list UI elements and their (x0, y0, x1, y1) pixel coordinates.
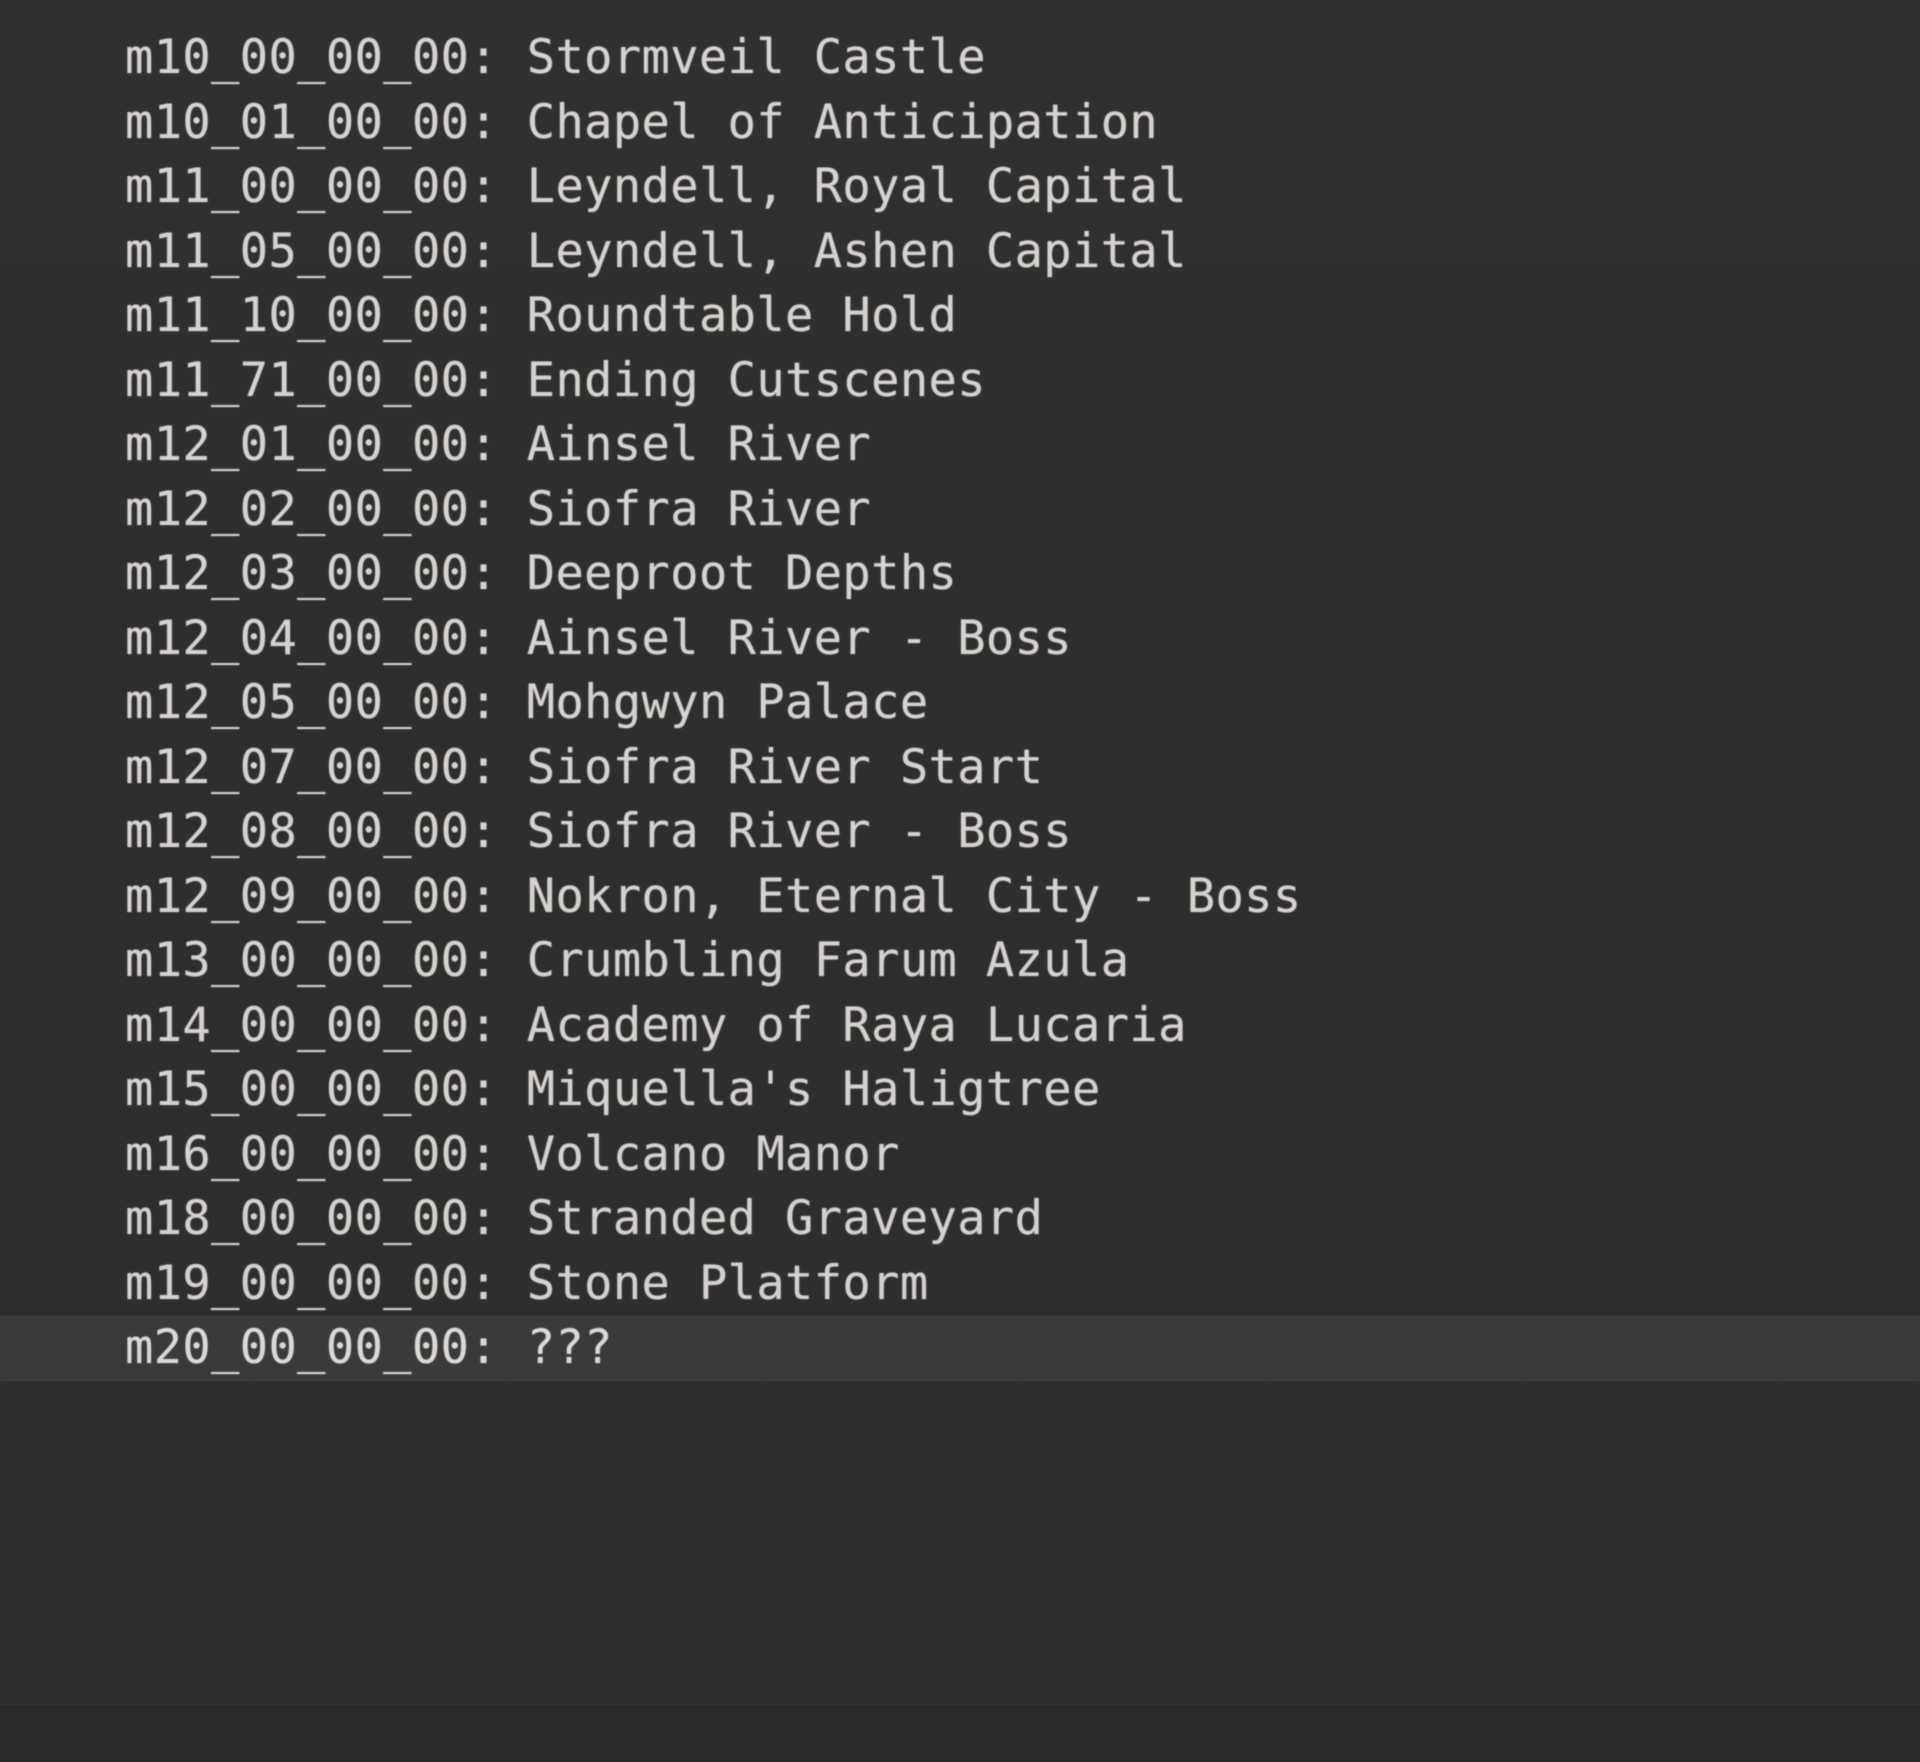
map-list-row[interactable]: m12_03_00_00: Deeproot Depths (0, 542, 1920, 607)
map-name-text: Nokron, Eternal City - Boss (526, 868, 1302, 924)
map-id-separator: : (469, 1320, 527, 1375)
map-id-text: m12_09_00_00 (125, 868, 470, 924)
map-id-separator: : (469, 1255, 527, 1311)
map-name-text: Roundtable Hold (526, 288, 958, 343)
map-list-row[interactable]: m12_09_00_00: Nokron, Eternal City - Bos… (0, 865, 1920, 930)
map-id-separator: : (469, 1062, 527, 1117)
map-id-separator: : (469, 933, 527, 988)
map-name-text: Ainsel River - Boss (526, 610, 1072, 666)
map-list-row[interactable]: m10_00_00_00: Stormveil Castle (0, 26, 1920, 91)
map-name-text: Ainsel River (526, 417, 872, 472)
map-id-separator: : (469, 739, 527, 795)
map-name-text: Stone Platform (526, 1255, 929, 1311)
map-name-text: Mohgwyn Palace (526, 675, 929, 730)
map-list-row[interactable]: m13_00_00_00: Crumbling Farum Azula (0, 929, 1920, 994)
map-list-row[interactable]: m10_01_00_00: Chapel of Anticipation (0, 91, 1920, 156)
map-list-row[interactable]: m19_00_00_00: Stone Platform (0, 1252, 1920, 1317)
map-id-text: m11_05_00_00 (125, 223, 470, 279)
map-name-text: Chapel of Anticipation (526, 94, 1159, 150)
map-name-text: Leyndell, Ashen Capital (526, 223, 1187, 279)
map-id-text: m12_02_00_00 (125, 481, 470, 537)
map-list-row[interactable]: m15_00_00_00: Miquella's Haligtree (0, 1058, 1920, 1123)
map-name-text: Stormveil Castle (526, 30, 986, 85)
footer-strip (0, 1704, 1920, 1762)
map-id-separator: : (469, 159, 527, 214)
map-id-separator: : (469, 1126, 527, 1182)
map-id-text: m10_01_00_00 (125, 94, 470, 150)
map-name-text: Crumbling Farum Azula (526, 933, 1130, 988)
map-list-row[interactable]: m11_10_00_00: Roundtable Hold (0, 284, 1920, 349)
map-id-text: m18_00_00_00 (125, 1191, 470, 1246)
map-id-separator: : (469, 610, 527, 666)
map-id-text: m13_00_00_00 (125, 933, 470, 988)
map-id-separator: : (469, 30, 527, 85)
map-name-text: ??? (526, 1320, 613, 1375)
map-list-row[interactable]: m16_00_00_00: Volcano Manor (0, 1123, 1920, 1188)
map-id-separator: : (469, 481, 527, 537)
map-list-row[interactable]: m11_00_00_00: Leyndell, Royal Capital (0, 155, 1920, 220)
map-id-separator: : (469, 546, 527, 601)
map-list-row[interactable]: m20_00_00_00: ??? (0, 1316, 1920, 1381)
map-id-separator: : (469, 223, 527, 279)
map-name-text: Volcano Manor (526, 1126, 900, 1182)
map-id-separator: : (469, 94, 527, 150)
map-id-separator: : (469, 675, 527, 730)
map-id-text: m19_00_00_00 (125, 1255, 470, 1311)
map-list-row[interactable]: m12_02_00_00: Siofra River (0, 478, 1920, 543)
map-name-text: Siofra River - Boss (526, 804, 1072, 859)
map-name-text: Deeproot Depths (526, 546, 958, 601)
map-id-separator: : (469, 804, 527, 859)
map-list-row[interactable]: m14_00_00_00: Academy of Raya Lucaria (0, 994, 1920, 1059)
map-id-separator: : (469, 352, 527, 408)
map-id-text: m12_03_00_00 (125, 546, 470, 601)
map-list-row[interactable]: m18_00_00_00: Stranded Graveyard (0, 1187, 1920, 1252)
map-id-text: m14_00_00_00 (125, 997, 470, 1053)
map-id-text: m16_00_00_00 (125, 1126, 470, 1182)
map-id-text: m12_05_00_00 (125, 675, 470, 730)
map-name-text: Stranded Graveyard (526, 1191, 1044, 1246)
map-list-row[interactable]: m12_05_00_00: Mohgwyn Palace (0, 671, 1920, 736)
map-id-text: m11_71_00_00 (125, 352, 470, 408)
map-id-text: m12_04_00_00 (125, 610, 470, 666)
map-id-separator: : (469, 288, 527, 343)
map-list-row[interactable]: m11_05_00_00: Leyndell, Ashen Capital (0, 220, 1920, 285)
map-id-text: m15_00_00_00 (125, 1062, 470, 1117)
map-id-text: m20_00_00_00 (125, 1320, 470, 1375)
map-id-text: m12_01_00_00 (125, 417, 470, 472)
map-name-text: Ending Cutscenes (526, 352, 986, 408)
map-list-row[interactable]: m12_08_00_00: Siofra River - Boss (0, 800, 1920, 865)
map-id-separator: : (469, 997, 527, 1053)
map-id-text: m11_00_00_00 (125, 159, 470, 214)
map-id-text: m10_00_00_00 (125, 30, 470, 85)
map-list-row[interactable]: m12_04_00_00: Ainsel River - Boss (0, 607, 1920, 672)
map-name-text: Siofra River (526, 481, 872, 537)
map-list-row[interactable]: m12_07_00_00: Siofra River Start (0, 736, 1920, 801)
map-name-text: Academy of Raya Lucaria (526, 997, 1187, 1053)
map-id-list[interactable]: m10_00_00_00: Stormveil Castle m10_01_00_… (0, 0, 1920, 1381)
map-name-text: Miquella's Haligtree (526, 1062, 1101, 1117)
map-id-list-panel: m10_00_00_00: Stormveil Castle m10_01_00_… (0, 0, 1920, 1762)
map-id-text: m11_10_00_00 (125, 288, 470, 343)
map-id-text: m12_07_00_00 (125, 739, 470, 795)
map-id-separator: : (469, 1191, 527, 1246)
map-list-row[interactable]: m12_01_00_00: Ainsel River (0, 413, 1920, 478)
map-name-text: Siofra River Start (526, 739, 1044, 795)
map-name-text: Leyndell, Royal Capital (526, 159, 1187, 214)
map-list-row[interactable]: m11_71_00_00: Ending Cutscenes (0, 349, 1920, 414)
map-id-separator: : (469, 868, 527, 924)
map-id-text: m12_08_00_00 (125, 804, 470, 859)
map-id-separator: : (469, 417, 527, 472)
